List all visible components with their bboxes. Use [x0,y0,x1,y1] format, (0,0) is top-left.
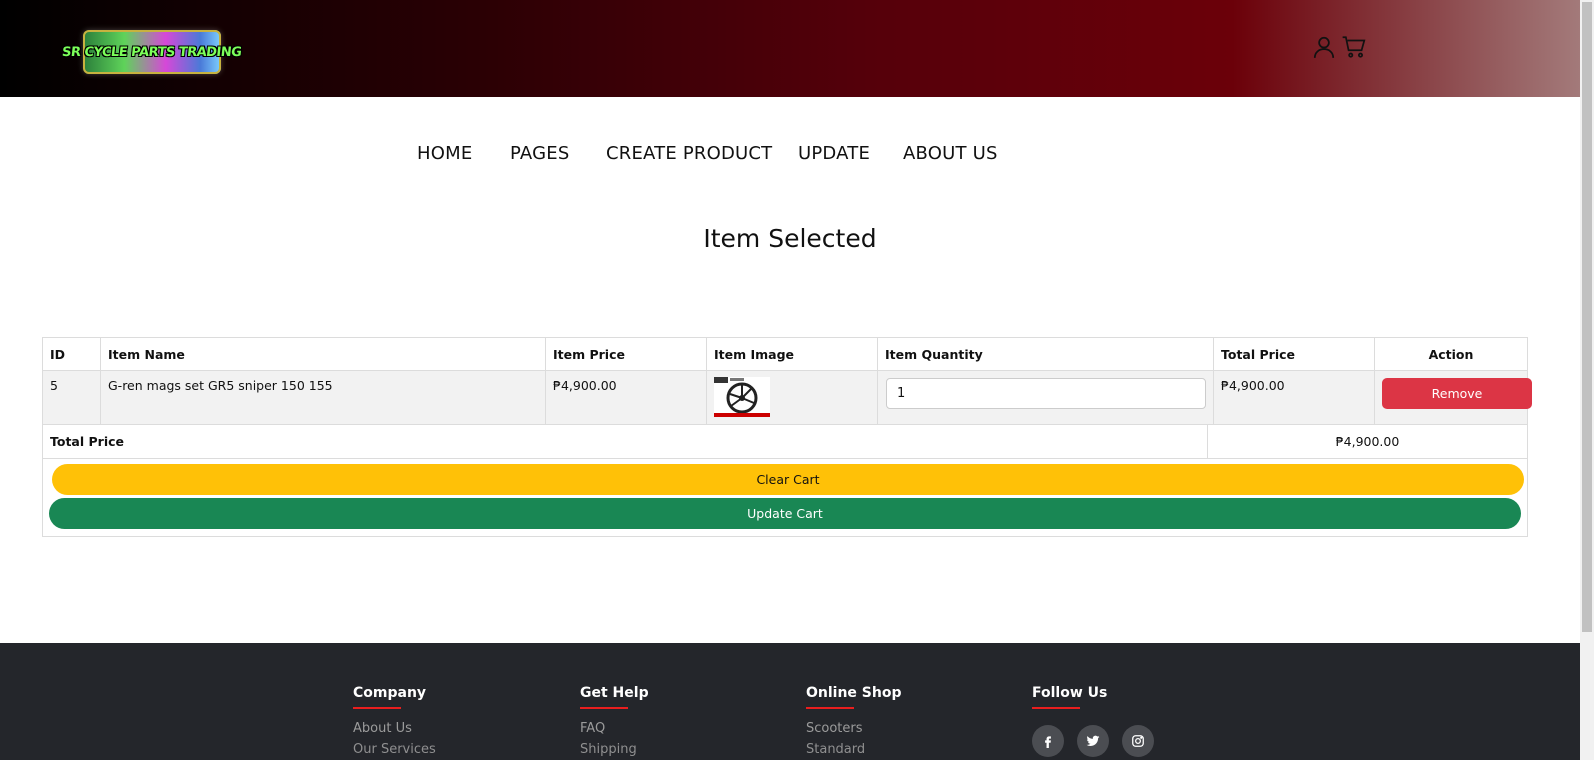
footer-link-scooters[interactable]: Scooters [806,721,902,736]
cart-icon[interactable] [1341,34,1367,60]
footer-link-our-services[interactable]: Our Services [353,742,436,757]
footer-column-company: Company About Us Our Services [353,685,436,757]
nav-item-pages[interactable]: PAGES [510,143,569,164]
social-links [1032,725,1162,757]
column-header-id: ID [43,338,101,371]
update-cart-button[interactable]: Update Cart [49,498,1521,529]
brand-logo[interactable]: SR CYCLE PARTS TRADING [62,30,242,74]
footer-column-follow-us: Follow Us [1032,685,1107,709]
page-title: Item Selected [703,224,877,253]
cell-action: Remove [1375,371,1532,424]
page-scrollbar-thumb[interactable] [1582,2,1592,632]
column-header-item-name: Item Name [101,338,546,371]
twitter-icon[interactable] [1077,725,1110,757]
remove-button[interactable]: Remove [1382,378,1532,409]
footer-link-about-us[interactable]: About Us [353,721,436,736]
footer-link-faq[interactable]: FAQ [580,721,649,736]
footer-link-shipping[interactable]: Shipping [580,742,649,757]
footer-heading: Company [353,685,436,709]
column-header-item-image: Item Image [707,338,878,371]
footer-link-standard[interactable]: Standard [806,742,902,757]
site-header: SR CYCLE PARTS TRADING [0,0,1580,97]
nav-item-create-product[interactable]: CREATE PRODUCT [606,143,772,164]
column-header-total-price: Total Price [1214,338,1375,371]
cell-item-quantity [878,371,1214,424]
facebook-icon[interactable] [1032,725,1064,757]
nav-item-about-us[interactable]: ABOUT US [903,143,998,164]
cell-total-price: ₱4,900.00 [1214,371,1375,424]
clear-cart-button[interactable]: Clear Cart [52,464,1524,495]
footer-heading: Get Help [580,685,649,709]
instagram-icon[interactable] [1122,725,1155,757]
cell-item-price: ₱4,900.00 [546,371,707,424]
site-footer: Company About Us Our Services Get Help F… [0,643,1580,760]
cell-item-name: G-ren mags set GR5 sniper 150 155 [101,371,546,424]
footer-column-get-help: Get Help FAQ Shipping [580,685,649,757]
quantity-input[interactable] [886,378,1206,409]
main-nav: HOME PAGES CREATE PRODUCT UPDATE ABOUT U… [0,143,1580,173]
user-icon[interactable] [1311,34,1337,60]
column-header-item-quantity: Item Quantity [878,338,1214,371]
footer-heading: Follow Us [1032,685,1107,709]
column-header-item-price: Item Price [546,338,707,371]
footer-column-online-shop: Online Shop Scooters Standard [806,685,902,757]
footer-heading: Online Shop [806,685,902,709]
cell-item-image [707,371,878,424]
total-price-label: Total Price [50,434,124,449]
total-row: Total Price ₱4,900.00 [43,425,1527,459]
nav-item-home[interactable]: HOME [417,143,472,164]
brand-logo-text: SR CYCLE PARTS TRADING [61,44,243,60]
cart-table: ID Item Name Item Price Item Image Item … [42,337,1532,537]
column-header-action: Action [1375,338,1527,371]
cell-id: 5 [43,371,101,424]
total-price-value: ₱4,900.00 [1335,434,1400,449]
wheel-product-image [714,377,770,417]
nav-item-update[interactable]: UPDATE [798,143,870,164]
table-row: 5 G-ren mags set GR5 sniper 150 155 ₱4,9… [43,371,1532,425]
